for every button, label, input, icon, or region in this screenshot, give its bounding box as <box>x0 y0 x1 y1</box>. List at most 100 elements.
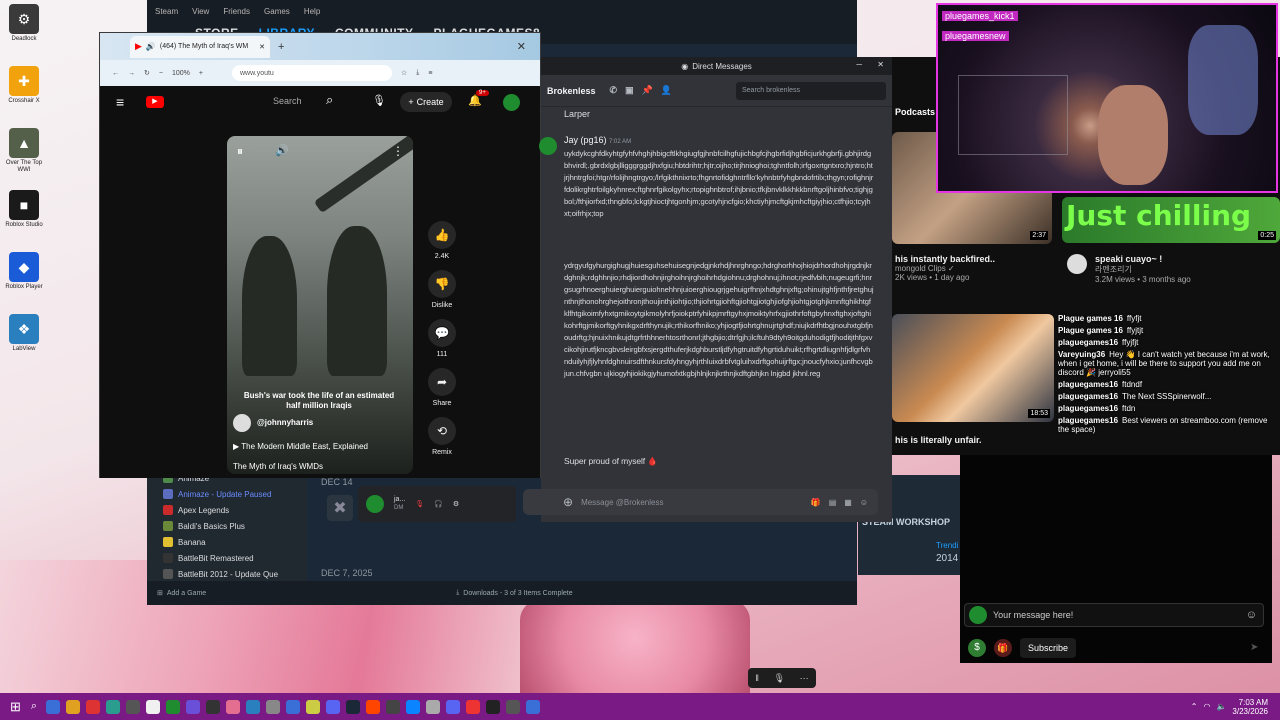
video-card[interactable]: his instantly backfired.. mongold Clips … <box>895 254 995 282</box>
author-avatar[interactable] <box>539 137 557 155</box>
share-button[interactable]: ➦ Share <box>422 368 462 407</box>
taskbar-app-icon[interactable] <box>326 699 341 714</box>
taskbar-app-icon[interactable] <box>46 699 61 714</box>
reload-icon[interactable]: ↻ <box>144 69 150 77</box>
taskbar-app-icon[interactable] <box>366 699 381 714</box>
browser-tab[interactable]: ▶ 🔊 (464) The Myth of Iraq's WM ✕ <box>130 35 270 58</box>
video-title[interactable]: his is literally unfair. <box>895 435 982 445</box>
taskbar-app-icon[interactable] <box>126 699 141 714</box>
podcasts-chip[interactable]: Podcasts <box>895 107 935 117</box>
emoji-icon[interactable]: ☺ <box>1246 609 1257 621</box>
taskbar-app-icon[interactable] <box>346 699 361 714</box>
volume-icon[interactable]: 🔈 <box>1216 702 1226 711</box>
add-game-button[interactable]: Add a Game <box>167 590 206 597</box>
video-call-icon[interactable]: ▣ <box>625 85 634 96</box>
pause-icon[interactable]: ⏸ <box>237 144 243 159</box>
gift-icon[interactable]: 🎁 <box>811 498 821 507</box>
taskbar-app-icon[interactable] <box>246 699 261 714</box>
taskbar-app-icon[interactable] <box>306 699 321 714</box>
taskbar-app-icon[interactable] <box>186 699 201 714</box>
downloads-icon[interactable]: ⤓ <box>416 69 419 77</box>
desktop-icon[interactable]: ❖ LabView <box>0 314 48 353</box>
library-game[interactable]: Baldi's Basics Plus <box>147 518 307 534</box>
like-button[interactable]: 👍 2.4K <box>422 221 462 260</box>
message-author[interactable]: Jay (pg16) <box>564 135 607 145</box>
remix-button[interactable]: ⟲ Remix <box>422 417 462 456</box>
volume-icon[interactable]: 🔊 <box>275 144 289 157</box>
taskbar-app-icon[interactable] <box>386 699 401 714</box>
desktop-icon[interactable]: ✚ Crosshair X <box>0 66 48 105</box>
bookmark-icon[interactable]: ☆ <box>401 69 407 77</box>
close-tab-icon[interactable]: ✕ <box>259 43 265 51</box>
sticker-icon[interactable]: ▦ <box>844 498 852 507</box>
create-button[interactable]: + Create <box>400 92 452 112</box>
address-bar[interactable]: www.youtu <box>231 65 392 81</box>
desktop-icon[interactable]: ▲ Over The Top WWI <box>0 128 48 174</box>
call-icon[interactable]: ✆ <box>610 85 618 96</box>
hamburger-icon[interactable]: ≡ <box>116 94 124 110</box>
zoom-out-icon[interactable]: − <box>159 70 163 77</box>
add-friend-icon[interactable]: 👤 <box>661 85 672 96</box>
playlist-link[interactable]: ▶ The Modern Middle East, Explained <box>233 442 368 451</box>
library-game[interactable]: Banana <box>147 534 307 550</box>
taskbar-app-icon[interactable] <box>506 699 521 714</box>
video-card[interactable]: speaki cuayo~ ! 라멘조리기 3.2M views • 3 mon… <box>1067 254 1191 284</box>
gift-icon[interactable]: 🎁 <box>994 639 1012 657</box>
short-video-player[interactable]: ⏸ 🔊 ⋮ Bush's war took the life of an est… <box>227 136 413 474</box>
taskbar-app-icon[interactable] <box>266 699 281 714</box>
library-game[interactable]: BattleBit Remastered <box>147 550 307 566</box>
channel-avatar[interactable] <box>233 414 251 432</box>
dislike-button[interactable]: 👎 Dislike <box>422 270 462 309</box>
headphones-icon[interactable]: 🎧 <box>434 500 443 508</box>
taskbar-app-icon[interactable] <box>226 699 241 714</box>
window-close-icon[interactable]: ✕ <box>517 40 526 53</box>
steam-menu-help[interactable]: Help <box>304 7 320 16</box>
comments-button[interactable]: 💬 111 <box>422 319 462 358</box>
video-title[interactable]: The Myth of Iraq's WMDs <box>233 462 323 471</box>
wifi-icon[interactable]: ◠ <box>1203 702 1210 711</box>
search-label[interactable]: Search <box>273 96 302 106</box>
desktop-icon[interactable]: ⚙ Deadlock <box>0 4 48 43</box>
more-icon[interactable]: ⋯ <box>800 673 809 684</box>
taskbar-app-icon[interactable] <box>166 699 181 714</box>
zoom-in-icon[interactable]: + <box>199 70 203 77</box>
mic-icon[interactable]: 🎙 <box>372 94 386 107</box>
taskbar-app-icon[interactable] <box>406 699 421 714</box>
forward-icon[interactable]: → <box>128 70 135 77</box>
back-icon[interactable]: ← <box>112 70 119 77</box>
library-game[interactable]: Animaze - Update Paused <box>147 486 307 502</box>
library-game[interactable]: BattleBit 2012 - Update Que <box>147 566 307 582</box>
steam-menu-steam[interactable]: Steam <box>155 7 178 16</box>
taskbar-app-icon[interactable] <box>86 699 101 714</box>
chat-input[interactable]: Your message here! ☺ <box>964 603 1264 627</box>
taskbar-app-icon[interactable] <box>66 699 81 714</box>
taskbar-app-icon[interactable] <box>466 699 481 714</box>
clock[interactable]: 7:03 AM 3/23/2026 <box>1232 698 1268 716</box>
channel-handle[interactable]: @johnnyharris <box>257 418 313 427</box>
library-game[interactable]: Apex Legends <box>147 502 307 518</box>
desktop-icon[interactable]: ■ Roblox Studio <box>0 190 48 229</box>
taskbar-app-icon[interactable] <box>146 699 161 714</box>
close-icon[interactable]: ✕ <box>877 60 884 69</box>
chevron-up-icon[interactable]: ⌃ <box>1191 702 1198 711</box>
menu-icon[interactable]: ≡ <box>428 70 432 77</box>
taskbar-app-icon[interactable] <box>486 699 501 714</box>
discord-search-input[interactable]: Search brokenless <box>736 81 886 100</box>
steam-trending-label[interactable]: Trendi <box>936 541 958 550</box>
minimize-icon[interactable]: ─ <box>856 60 862 69</box>
send-icon[interactable]: ➤ <box>1250 642 1258 653</box>
search-icon[interactable]: ⌕ <box>326 92 333 108</box>
steam-menu-friends[interactable]: Friends <box>223 7 250 16</box>
message-input[interactable]: ⊕ Message @Brokenless 🎁 ▤ ▦ ☺ <box>523 489 878 515</box>
attach-icon[interactable]: ⊕ <box>563 495 573 509</box>
mic-icon[interactable]: 🎙 <box>774 673 785 684</box>
youtube-logo[interactable]: ▶ <box>146 96 164 108</box>
emoji-icon[interactable]: ☺ <box>860 498 868 507</box>
more-icon[interactable]: ⋮ <box>392 144 404 158</box>
taskbar-app-icon[interactable] <box>106 699 121 714</box>
steam-menu-view[interactable]: View <box>192 7 209 16</box>
downloads-status[interactable]: Downloads - 3 of 3 Items Complete <box>463 590 572 597</box>
subscribe-button[interactable]: Subscribe <box>1020 638 1077 658</box>
taskbar-app-icon[interactable] <box>526 699 541 714</box>
avatar[interactable] <box>503 94 520 111</box>
